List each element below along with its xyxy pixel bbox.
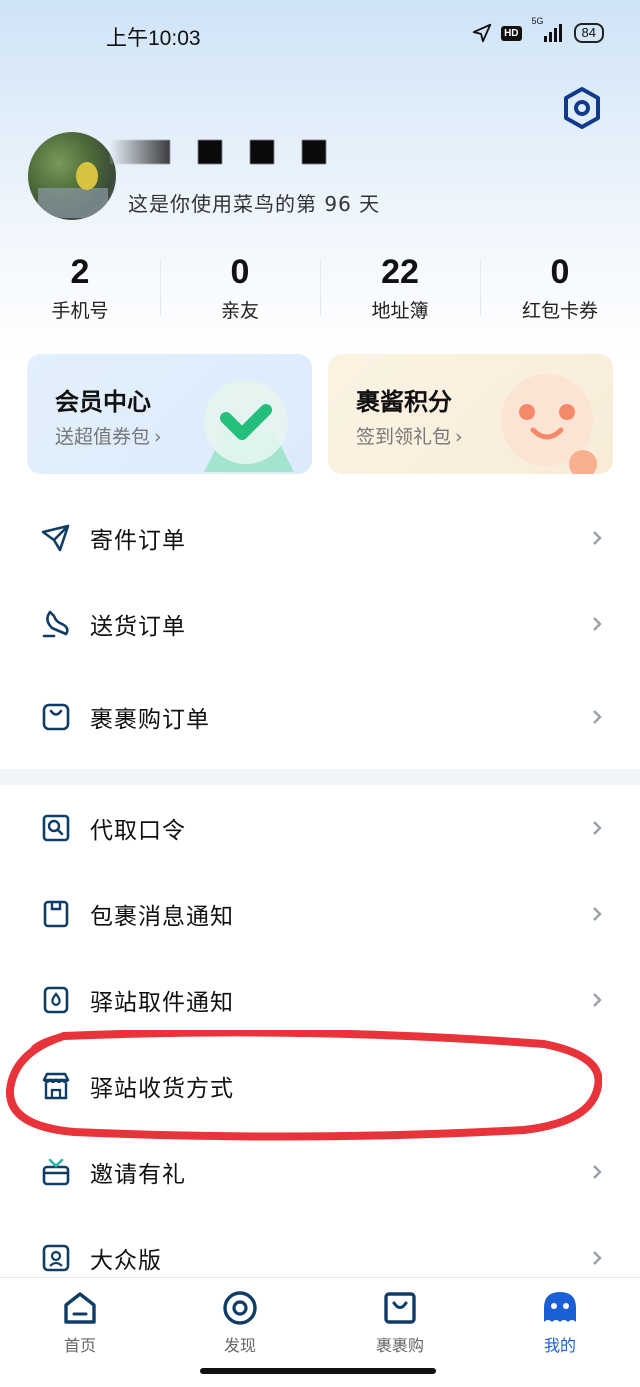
chevron-right-icon [593,993,602,1007]
menu-label: 邀请有礼 [90,1162,186,1188]
chevron-right-icon [593,531,602,545]
menu-label: 寄件订单 [90,528,186,554]
stat-value: 0 [550,253,570,291]
menu-label: 大众版 [90,1248,162,1274]
shopping-bag-icon [42,703,70,731]
network-type: 5G [531,16,544,26]
hexagon-settings-icon [564,87,600,129]
gift-icon [42,1158,70,1186]
package-notice-icon [43,900,69,928]
menu-item-delivery-orders[interactable]: 送货订单 [0,581,640,667]
settings-menu: 代取口令 包裹消息通知 驿站取件通知 驿站收货方式 邀请有礼 大众版 [0,785,640,1301]
tab-label: 首页 [63,1336,96,1355]
promo-subtitle: 送超值券包 › [55,422,162,449]
stat-label: 红包卡券 [521,300,598,322]
stat-coupons[interactable]: 0 红包卡券 [480,252,640,332]
stat-phone[interactable]: 2 手机号 [0,252,160,332]
menu-item-station-notice[interactable]: 驿站取件通知 [0,957,640,1043]
menu-label: 包裹消息通知 [90,904,234,930]
usage-days-text: 这是你使用菜鸟的第 96 天 [128,192,381,216]
promo-subtitle-text: 签到领礼包 [356,426,452,448]
shop-icon [384,1292,416,1324]
order-menu: 寄件订单 送货订单 裹裹购订单 [0,495,640,767]
status-time: 上午10:03 [106,27,201,50]
send-icon [41,524,70,552]
chevron-right-icon [593,821,602,835]
delivery-icon [42,610,69,638]
profile-header[interactable]: 这是你使用菜鸟的第 96 天 [28,132,628,227]
menu-item-pickup-code[interactable]: 代取口令 [0,785,640,871]
menu-item-send-orders[interactable]: 寄件订单 [0,495,640,581]
storefront-icon [42,1072,70,1100]
stat-value: 2 [70,253,90,291]
menu-item-invite[interactable]: 邀请有礼 [0,1129,640,1215]
tab-label: 我的 [543,1336,576,1355]
chevron-right-icon [593,710,602,724]
status-icons: HD 5G 84 [471,16,604,44]
status-bar: 上午10:03 HD 5G 84 [0,0,640,70]
signal-icon: 5G [530,16,566,44]
chevron-right-icon: › [154,426,162,448]
stat-value: 0 [230,253,250,291]
masked-username [110,140,326,164]
tab-label: 裹裹购 [375,1336,424,1355]
profile-icon [544,1292,576,1322]
stat-label: 亲友 [220,300,259,322]
member-heart-icon [204,380,294,472]
station-notice-icon [43,986,69,1014]
menu-label: 送货订单 [90,614,186,640]
menu-label: 驿站取件通知 [90,990,234,1016]
smiley-face-icon [501,374,597,474]
chevron-right-icon [593,907,602,921]
menu-label: 代取口令 [90,818,186,844]
home-indicator [200,1368,436,1374]
menu-item-shopping-orders[interactable]: 裹裹购订单 [0,667,640,767]
stat-label: 地址簿 [371,300,429,322]
stat-friends[interactable]: 0 亲友 [160,252,320,332]
pickup-code-icon [42,814,70,842]
promo-subtitle-text: 送超值券包 [55,426,151,448]
section-divider [0,769,640,785]
promo-title: 会员中心 [55,388,151,416]
home-icon [64,1292,96,1324]
standard-version-icon [42,1244,70,1272]
tab-label: 发现 [223,1336,256,1355]
discover-icon [223,1291,257,1325]
chevron-right-icon: › [455,426,463,448]
tab-profile[interactable]: 我的 [480,1278,640,1387]
menu-item-station-receive-method[interactable]: 驿站收货方式 [0,1043,640,1129]
menu-item-package-notice[interactable]: 包裹消息通知 [0,871,640,957]
stat-address-book[interactable]: 22 地址簿 [320,252,480,332]
stats-row: 2 手机号 0 亲友 22 地址簿 0 红包卡券 [0,252,640,332]
promo-cards: 会员中心 送超值券包 › 裹酱积分 签到领礼包 › [27,354,613,474]
chevron-right-icon [593,1165,602,1179]
avatar[interactable] [28,132,116,220]
location-arrow-icon [472,23,492,43]
promo-subtitle: 签到领礼包 › [356,422,463,449]
member-center-card[interactable]: 会员中心 送超值券包 › [27,354,312,474]
points-card[interactable]: 裹酱积分 签到领礼包 › [328,354,613,474]
chevron-right-icon [593,1251,602,1265]
menu-label: 裹裹购订单 [90,707,210,733]
hd-badge: HD [501,25,522,41]
tab-home[interactable]: 首页 [0,1278,160,1387]
battery-indicator: 84 [573,23,604,43]
promo-title: 裹酱积分 [356,388,452,416]
stat-label: 手机号 [51,300,109,322]
chevron-right-icon [593,617,602,631]
menu-label: 驿站收货方式 [90,1076,234,1102]
settings-button[interactable] [560,86,604,130]
stat-value: 22 [381,253,419,291]
